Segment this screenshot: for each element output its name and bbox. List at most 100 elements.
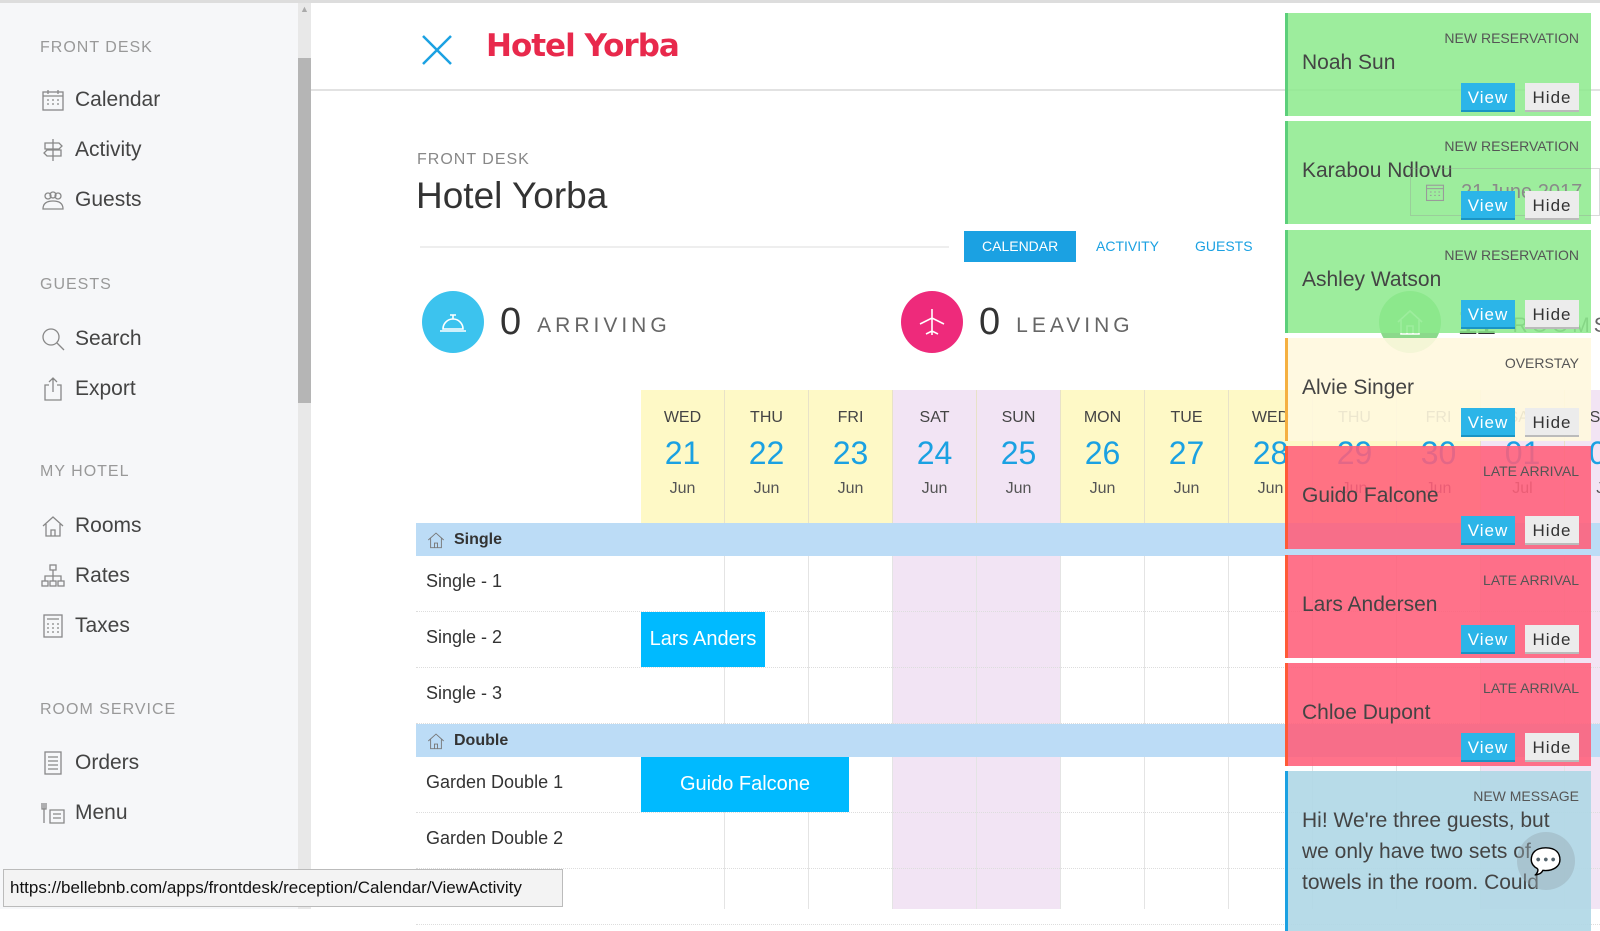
notification-guest: Chloe Dupont [1302,700,1431,724]
notification-guest: Noah Sun [1302,51,1396,74]
day-of-week: THU [750,409,783,426]
close-icon[interactable] [421,34,453,66]
leaving-stat: 0 LEAVING [901,291,1134,353]
list-icon [44,751,62,775]
sidebar-scrollbar-thumb[interactable] [298,58,311,403]
sidebar-item-label: Rates [75,564,130,587]
hide-button[interactable]: Hide [1525,299,1579,329]
group-name: Single [454,530,503,548]
sidebar-item-calendar[interactable]: Calendar [40,87,160,113]
page-title: Hotel Yorba [416,175,608,216]
airplane-icon [901,291,963,353]
sidebar-section-title: MY HOTEL [40,463,130,480]
view-button[interactable]: View [1461,83,1515,112]
day-of-week: TUE [1170,409,1203,426]
booking-guest: Guido Falcone [679,773,811,795]
day-number: 22 [748,435,785,471]
service-bell-icon [422,291,484,353]
month: Jun [1089,480,1116,497]
guests-icon [42,191,64,210]
month: Jun [669,480,696,497]
scroll-up-arrow-icon[interactable]: ▲ [300,4,309,14]
arriving-stat: 0 ARRIVING [422,291,671,353]
status-bar-url: https://bellebnb.com/apps/frontdesk/rece… [3,869,563,907]
day-of-week: WED [663,409,702,426]
day-header: FRI 23 Jun [809,390,893,523]
day-of-week: FRI [837,409,864,426]
view-button[interactable]: View [1461,624,1515,654]
notification-card: NEW RESERVATION Noah Sun View Hide [1285,13,1591,116]
sidebar-item-orders[interactable]: Orders [40,750,139,776]
hide-button[interactable]: Hide [1525,191,1579,221]
hide-button[interactable]: Hide [1525,732,1579,762]
view-button[interactable]: View [1461,299,1515,329]
tab-guests[interactable]: GUESTS [1177,231,1271,262]
booking-block[interactable]: Lars Anders [641,612,765,667]
sidebar-item-label: Guests [75,188,142,211]
breadcrumb: FRONT DESK [417,151,530,168]
booking-block[interactable]: Guido Falcone [641,757,849,812]
view-button[interactable]: View [1461,516,1515,546]
divider [420,246,949,248]
day-of-week: SUN [1001,409,1036,426]
notification-type: NEW MESSAGE [1473,788,1579,805]
sidebar-item-export[interactable]: Export [40,376,136,402]
booking-guest: Lars Anders [649,628,757,650]
sidebar-item-label: Orders [75,751,140,774]
room-name: Single - 2 [426,612,641,666]
sidebar-item-label: Search [75,327,142,350]
room-name: Single - 3 [426,668,641,722]
menu-icon [41,803,65,824]
notification-guest: Guido Falcone [1302,484,1439,508]
notification-type: NEW RESERVATION [1444,138,1579,155]
day-header: WED 21 Jun [641,390,725,523]
hide-button[interactable]: Hide [1525,624,1579,654]
chat-bubble-icon[interactable]: 💬 [1517,832,1575,890]
sidebar-item-label: Taxes [75,614,130,637]
notification-card: OVERSTAY Alvie Singer View Hide [1285,337,1591,441]
sidebar-section-title: FRONT DESK [40,39,153,56]
arriving-label: ARRIVING [537,314,671,337]
sidebar-item-rates[interactable]: Rates [40,563,130,589]
notification-guest: Ashley Watson [1302,267,1442,291]
tab-activity[interactable]: ACTIVITY [1078,231,1177,262]
sidebar-item-activity[interactable]: Activity [40,137,142,163]
leaving-label: LEAVING [1016,314,1134,337]
room-name: Single - 1 [426,556,641,610]
signpost-icon [43,139,63,161]
calculator-icon [43,614,63,638]
notification-card: LATE ARRIVAL Lars Andersen View Hide [1285,554,1591,658]
sidebar-item-label: Rooms [75,514,142,537]
view-button[interactable]: View [1461,407,1515,437]
day-number: 21 [664,435,701,471]
day-header: TUE 27 Jun [1145,390,1229,523]
hierarchy-icon [41,564,65,587]
sidebar-item-search[interactable]: Search [40,326,142,352]
arriving-count: 0 [500,300,522,343]
hide-button[interactable]: Hide [1525,407,1579,437]
sidebar-item-rooms[interactable]: Rooms [40,513,142,539]
day-number: 26 [1084,435,1121,471]
month: Jun [1005,480,1032,497]
house-icon [427,732,445,749]
day-header: SAT 24 Jun [893,390,977,523]
month: Jun [1173,480,1200,497]
notification-type: LATE ARRIVAL [1483,571,1579,588]
tab-calendar[interactable]: CALENDAR [964,231,1077,262]
leaving-count: 0 [979,300,1001,343]
room-name: Garden Double 1 [426,757,641,811]
house-icon [427,531,445,548]
view-button[interactable]: View [1461,732,1515,762]
sidebar-item-menu[interactable]: Menu [40,800,128,826]
view-button[interactable]: View [1461,191,1515,221]
sidebar-item-taxes[interactable]: Taxes [40,613,130,639]
hide-button[interactable]: Hide [1525,83,1579,112]
day-header: MON 26 Jun [1061,390,1145,523]
sidebar-item-guests[interactable]: Guests [40,187,142,213]
hide-button[interactable]: Hide [1525,516,1579,546]
calendar-icon [42,90,64,111]
notification-guest: Alvie Singer [1302,375,1415,399]
day-header: SUN 25 Jun [977,390,1061,523]
day-number: 27 [1168,435,1205,471]
sidebar-item-label: Calendar [75,88,161,111]
